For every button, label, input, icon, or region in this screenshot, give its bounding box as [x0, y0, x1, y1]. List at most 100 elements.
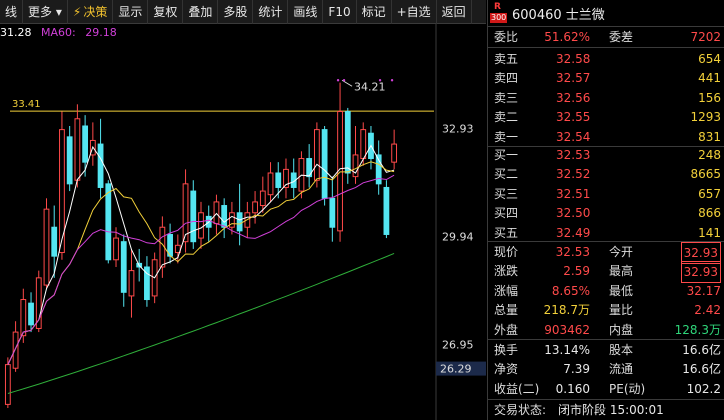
toolbar-label: 画线 — [293, 4, 318, 19]
ma60-line — [7, 252, 395, 394]
toolbar-label: 多股 — [223, 4, 248, 19]
quote-row: 卖二 32.55 1293 — [488, 107, 724, 127]
marker-dot — [390, 79, 394, 82]
ma-left-value: 31.28 — [0, 26, 32, 39]
candle-body — [51, 226, 58, 257]
candle-body — [236, 212, 243, 232]
quote-label: 最高 — [609, 264, 634, 279]
quote-label: 涨跌 — [494, 264, 519, 279]
toolbar-label: +自选 — [396, 4, 431, 19]
stat-label: 换手 — [494, 343, 519, 357]
order-ratio-label: 委比 — [494, 30, 519, 44]
quote-label: 总量 — [494, 303, 519, 318]
toolbar-btn-12[interactable]: 返回 — [437, 0, 472, 24]
quote-label: 量比 — [609, 303, 634, 318]
toolbar-decision[interactable]: ⚡ 决策 — [68, 0, 114, 24]
toolbar-btn-3[interactable]: 显示 — [113, 0, 149, 24]
kline-chart[interactable]: 32.93 29.94 26.95 26.29 33.41 34.21 31.28 MA6… — [0, 24, 486, 420]
price-axis-label: 29.94 — [442, 231, 474, 244]
candle-body — [35, 277, 42, 329]
badge-num: 300 — [490, 13, 508, 23]
toolbar-btn-7[interactable]: 统计 — [253, 0, 289, 24]
stock-title[interactable]: 600460 士兰微 — [512, 4, 605, 23]
candle-body — [190, 190, 197, 243]
ask-label: 卖二 — [494, 110, 519, 125]
order-ratio-value: 51.62% — [544, 30, 590, 44]
candle-body — [113, 237, 119, 261]
toolbar-btn-5[interactable]: 叠加 — [183, 0, 219, 24]
status-value: 闭市阶段 15:00:01 — [558, 403, 664, 417]
toolbar-label: F10 — [328, 4, 351, 19]
quote-row: 涨跌 2.59 最高 32.93 — [488, 261, 724, 284]
quote-value: 32.17 — [686, 283, 721, 298]
stat-label: 净资 — [494, 362, 519, 377]
kline-svg[interactable]: 32.93 29.94 26.95 26.29 33.41 34.21 — [0, 24, 486, 420]
quote-row: 买二 32.52 8665 — [488, 164, 724, 184]
ma60-value: 29.18 — [85, 26, 117, 39]
candle-body — [28, 302, 34, 326]
candle-body — [267, 172, 274, 196]
candle-body — [213, 201, 220, 225]
quote-value: 8.65% — [551, 283, 590, 298]
bid-volume: 657 — [698, 186, 721, 201]
toolbar-btn-9[interactable]: F10 — [323, 0, 357, 24]
toolbar-btn-8[interactable]: 画线 — [288, 0, 324, 24]
quote-panel: R 300 600460 士兰微 委比 51.62% 委差 7202 卖五 32.58 65… — [487, 0, 724, 420]
stat-value: 16.6亿 — [682, 362, 721, 377]
quote-row: 净资 7.39 流通 16.6亿 — [488, 359, 724, 379]
ask-label: 卖一 — [494, 129, 519, 144]
candle-body — [391, 143, 398, 163]
ma5-line — [7, 144, 395, 365]
ask-price: 32.56 — [556, 90, 591, 105]
quote-row: 买四 32.50 866 — [488, 203, 724, 223]
candle-body — [182, 183, 189, 243]
quote-row: 换手 13.14% 股本 16.6亿 — [488, 340, 724, 360]
ask-price: 32.55 — [556, 110, 591, 125]
candle-body — [259, 190, 266, 207]
quote-row: 买三 32.51 657 — [488, 184, 724, 204]
ask-label: 卖四 — [494, 71, 519, 86]
quote-row: 卖一 32.54 831 — [488, 127, 724, 147]
quote-value: 218.7万 — [543, 303, 590, 318]
toolbar-btn-10[interactable]: 标记 — [357, 0, 392, 24]
quote-row: 现价 32.53 今开 32.93 — [488, 242, 724, 264]
candle-body — [360, 129, 367, 160]
candle-body — [221, 205, 228, 228]
bid-volume: 248 — [698, 148, 721, 162]
toolbar-btn-6[interactable]: 多股 — [218, 0, 254, 24]
candle-body — [120, 241, 127, 293]
toolbar-label: 标记 — [361, 4, 386, 19]
candle-body — [20, 299, 27, 337]
quote-row: 买一 32.53 248 — [488, 145, 724, 165]
toolbar-label: 返回 — [441, 4, 466, 19]
order-diff-value: 7202 — [690, 30, 721, 44]
bid-label: 买五 — [494, 225, 519, 240]
stat-label: PE(动) — [609, 381, 646, 396]
toolbar-btn-4[interactable]: 复权 — [148, 0, 184, 24]
ask-price: 32.57 — [556, 71, 591, 86]
bid-price: 32.52 — [556, 167, 591, 182]
candle-body — [321, 129, 328, 199]
bid-price: 32.49 — [556, 225, 591, 240]
quote-value: 32.53 — [555, 245, 590, 259]
bid-label: 买三 — [494, 186, 519, 201]
low-marker-label: 26.29 — [440, 363, 472, 376]
candle-body — [252, 201, 258, 214]
high-marker-label: 34.21 — [354, 80, 386, 93]
bid-volume: 141 — [698, 225, 721, 240]
ask-price: 32.54 — [556, 129, 591, 144]
toolbar-more[interactable]: 更多 ▾ — [23, 0, 68, 24]
toolbar-label: 复权 — [153, 4, 178, 19]
toolbar-line[interactable]: 线 — [0, 0, 24, 24]
toolbar-label: 决策 — [83, 4, 108, 19]
quote-row: 总量 218.7万 量比 2.42 — [488, 300, 724, 320]
quote-row: 交易状态: 闭市阶段 15:00:01 — [488, 400, 724, 420]
ask-label: 卖五 — [494, 52, 519, 66]
candle-body — [329, 197, 336, 228]
toolbar-label: 统计 — [258, 4, 283, 19]
quote-label: 外盘 — [494, 322, 519, 337]
toolbar-btn-11[interactable]: +自选 — [392, 0, 437, 24]
bid-label: 买一 — [494, 148, 519, 162]
stat-label: 收益(二) — [494, 381, 540, 396]
stock-header: R 300 600460 士兰微 — [488, 0, 724, 27]
